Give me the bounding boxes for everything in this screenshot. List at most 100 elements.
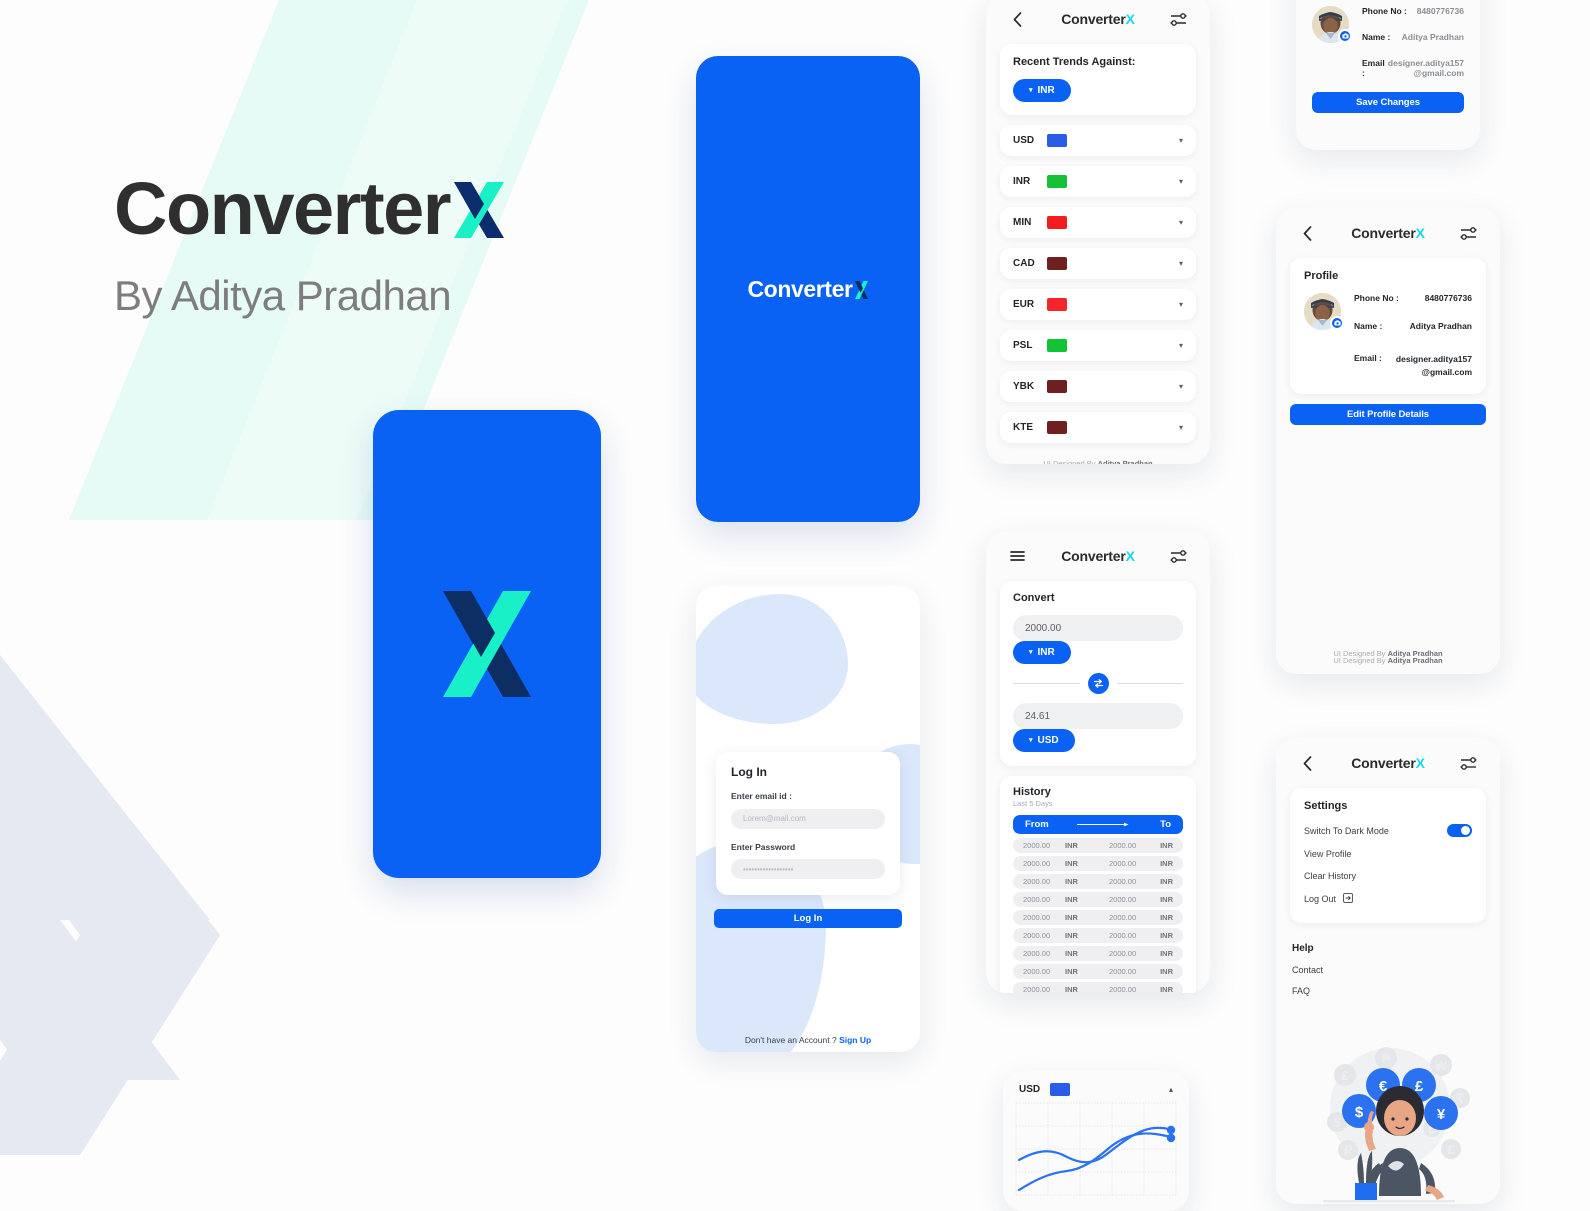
currency-code: KTE bbox=[1013, 422, 1033, 433]
currency-row[interactable]: KTE ▾ bbox=[1000, 412, 1196, 443]
sliders-icon[interactable] bbox=[1168, 8, 1190, 30]
table-row[interactable]: 2000.00 INR 2000.00 INR bbox=[1013, 910, 1183, 925]
chevron-left-icon[interactable] bbox=[1006, 8, 1028, 30]
setting-view-profile[interactable]: View Profile bbox=[1304, 849, 1472, 859]
history-direction-arrow-icon bbox=[1049, 821, 1160, 828]
setting-dark-mode[interactable]: Switch To Dark Mode bbox=[1304, 824, 1472, 837]
chevron-down-icon[interactable]: ▾ bbox=[1179, 259, 1183, 268]
splash-wordmark-x-icon bbox=[854, 279, 869, 299]
camera-icon[interactable] bbox=[1338, 29, 1352, 43]
email-value-line1: designer.aditya157 bbox=[1387, 58, 1464, 68]
profile-title-main: Converter bbox=[1351, 225, 1416, 241]
chevron-down-icon[interactable]: ▾ bbox=[1179, 218, 1183, 227]
log-out-label: Log Out bbox=[1304, 894, 1337, 904]
currency-row[interactable]: CAD ▾ bbox=[1000, 248, 1196, 279]
trends-title-x: X bbox=[1125, 11, 1135, 27]
convert-title-main: Converter bbox=[1061, 548, 1126, 564]
chevron-down-icon[interactable]: ▾ bbox=[1179, 341, 1183, 350]
convert-from-amount[interactable]: 2000.00 bbox=[1013, 615, 1183, 641]
hamburger-icon[interactable] bbox=[1006, 545, 1028, 567]
table-row[interactable]: 2000.00 INR 2000.00 INR bbox=[1013, 838, 1183, 853]
name-value: Aditya Pradhan bbox=[1409, 321, 1472, 331]
email-field[interactable] bbox=[731, 808, 885, 829]
avatar[interactable] bbox=[1304, 293, 1344, 330]
email-value[interactable]: designer.aditya157 @gmail.com bbox=[1388, 58, 1464, 78]
table-row[interactable]: 2000.00 INR 2000.00 INR bbox=[1013, 946, 1183, 961]
credit-prefix: UI Designed By bbox=[1043, 459, 1098, 464]
chevron-down-icon[interactable]: ▾ bbox=[1179, 136, 1183, 145]
edit-profile-button[interactable]: Edit Profile Details bbox=[1290, 403, 1486, 425]
chevron-down-icon[interactable]: ▾ bbox=[1179, 382, 1183, 391]
chevron-up-icon[interactable]: ▴ bbox=[1169, 1085, 1173, 1094]
table-row[interactable]: 2000.00 INR 2000.00 INR bbox=[1013, 964, 1183, 979]
chevron-down-icon[interactable]: ▾ bbox=[1179, 177, 1183, 186]
sliders-icon[interactable] bbox=[1458, 222, 1480, 244]
currency-row[interactable]: PSL ▾ bbox=[1000, 330, 1196, 361]
convert-screen: ConverterX Convert 2000.00 ▾ INR 24.61 ▾ U… bbox=[986, 531, 1210, 993]
sliders-icon[interactable] bbox=[1168, 545, 1190, 567]
email-label: Email : bbox=[1362, 58, 1385, 78]
email-label: Enter email id : bbox=[731, 791, 792, 801]
email-value-line1: designer.aditya157 bbox=[1395, 354, 1472, 364]
chevron-down-icon[interactable]: ▾ bbox=[1179, 423, 1183, 432]
help-faq-link[interactable]: FAQ bbox=[1292, 986, 1484, 996]
chevron-left-icon[interactable] bbox=[1296, 752, 1318, 774]
history-from-amount: 2000.00 bbox=[1023, 985, 1051, 993]
chevron-left-icon[interactable] bbox=[1296, 222, 1318, 244]
camera-icon[interactable] bbox=[1330, 316, 1344, 330]
avatar[interactable] bbox=[1312, 6, 1352, 43]
edit-profile-button-wrap: Edit Profile Details bbox=[1290, 403, 1486, 425]
chart-endpoint-marker bbox=[1166, 1133, 1176, 1143]
brand-x-mark-icon bbox=[443, 591, 531, 697]
chevron-down-icon[interactable]: ▾ bbox=[1179, 300, 1183, 309]
table-row[interactable]: 2000.00 INR 2000.00 INR bbox=[1013, 892, 1183, 907]
table-row[interactable]: 2000.00 INR 2000.00 INR bbox=[1013, 928, 1183, 943]
currency-row[interactable]: MIN ▾ bbox=[1000, 207, 1196, 238]
history-to-currency: INR bbox=[1160, 913, 1173, 922]
phone-value[interactable]: 8480776736 bbox=[1417, 6, 1464, 16]
sliders-icon[interactable] bbox=[1458, 752, 1480, 774]
setting-clear-history[interactable]: Clear History bbox=[1304, 871, 1472, 881]
caret-down-icon: ▾ bbox=[1029, 87, 1033, 94]
logout-icon[interactable] bbox=[1343, 893, 1353, 905]
view-profile-label: View Profile bbox=[1304, 849, 1352, 859]
currency-illustration: £ ₱ ₩ ₹ $ ₽ £ ₿ € £ $ ¥ bbox=[1276, 1023, 1500, 1204]
setting-log-out[interactable]: Log Out bbox=[1304, 893, 1472, 905]
edit-profile-body: Phone No : 8480776736 Name : Aditya Prad… bbox=[1312, 6, 1464, 78]
clear-history-label: Clear History bbox=[1304, 871, 1357, 881]
name-value[interactable]: Aditya Pradhan bbox=[1402, 32, 1464, 42]
help-contact-link[interactable]: Contact bbox=[1292, 965, 1484, 975]
currency-row[interactable]: USD ▾ bbox=[1000, 125, 1196, 156]
swap-arrows-icon[interactable] bbox=[1087, 673, 1109, 694]
convert-to-amount[interactable]: 24.61 bbox=[1013, 703, 1183, 729]
currency-color-swatch bbox=[1047, 298, 1067, 311]
save-changes-button[interactable]: Save Changes bbox=[1312, 92, 1464, 113]
currency-row[interactable]: INR ▾ bbox=[1000, 166, 1196, 197]
password-field[interactable] bbox=[731, 859, 885, 879]
edit-phone-row: Phone No : 8480776736 bbox=[1362, 6, 1464, 16]
table-row[interactable]: 2000.00 INR 2000.00 INR bbox=[1013, 856, 1183, 871]
history-to-amount: 2000.00 bbox=[1109, 967, 1137, 976]
password-label: Enter Password bbox=[731, 841, 796, 852]
base-currency-pill[interactable]: ▾ INR bbox=[1013, 79, 1071, 102]
brand-card bbox=[373, 410, 601, 878]
currency-row[interactable]: EUR ▾ bbox=[1000, 289, 1196, 320]
history-to-amount: 2000.00 bbox=[1109, 913, 1137, 922]
dark-mode-toggle[interactable] bbox=[1447, 824, 1472, 837]
history-from-currency: INR bbox=[1065, 877, 1078, 886]
trends-screen: ConverterX Recent Trends Against: ▾ INR U… bbox=[986, 0, 1210, 464]
history-to-currency: INR bbox=[1160, 859, 1173, 868]
currency-code: PSL bbox=[1013, 340, 1033, 351]
sign-up-link[interactable]: Sign Up bbox=[839, 1035, 871, 1045]
convert-to-currency-pill[interactable]: ▾ USD bbox=[1013, 729, 1075, 752]
table-row[interactable]: 2000.00 INR 2000.00 INR bbox=[1013, 982, 1183, 993]
currency-code: USD bbox=[1013, 135, 1035, 146]
currency-color-swatch bbox=[1047, 257, 1067, 270]
convert-from-currency-pill[interactable]: ▾ INR bbox=[1013, 641, 1071, 664]
profile-email-row: Email : designer.aditya157 @gmail.com bbox=[1354, 353, 1472, 379]
profile-card-title: Profile bbox=[1304, 270, 1339, 282]
login-button[interactable]: Log In bbox=[714, 909, 902, 928]
currency-row[interactable]: YBK ▾ bbox=[1000, 371, 1196, 402]
table-row[interactable]: 2000.00 INR 2000.00 INR bbox=[1013, 874, 1183, 889]
chart-plot-area bbox=[1003, 1102, 1189, 1202]
